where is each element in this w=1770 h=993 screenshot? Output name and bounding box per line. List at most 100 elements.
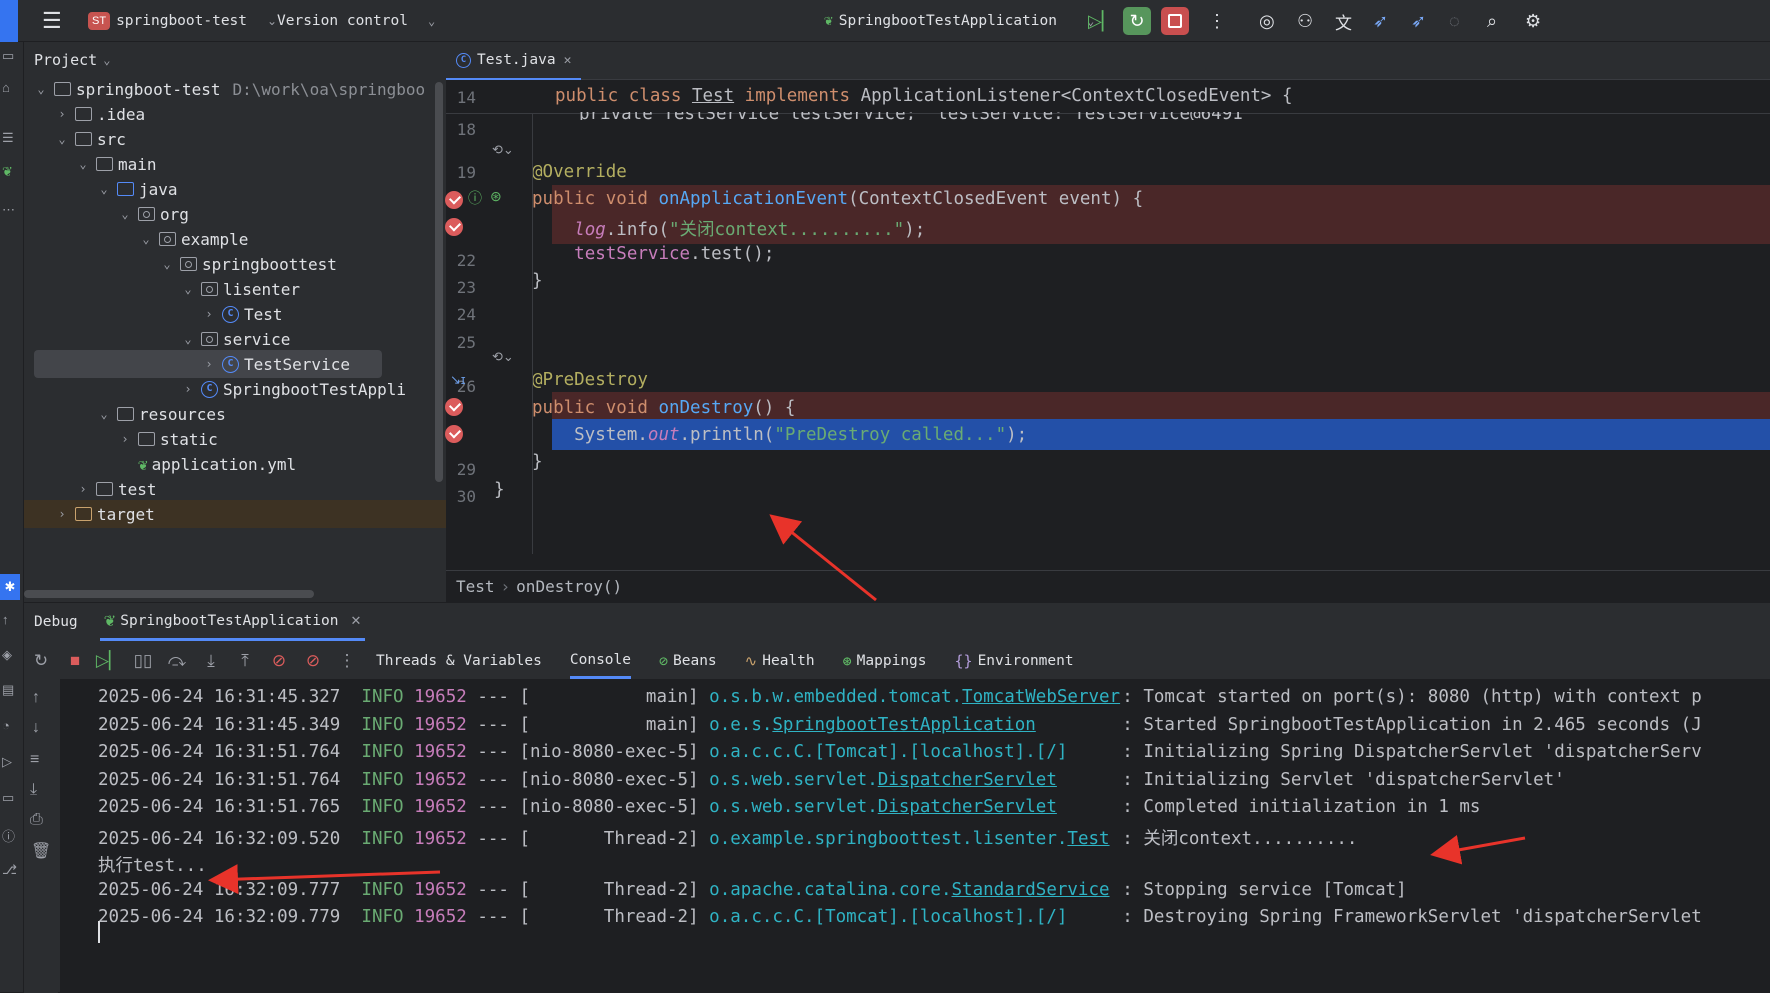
tab-environment[interactable]: {} Environment [955, 652, 1074, 670]
tab-beans[interactable]: ⊘ Beans [659, 652, 717, 670]
tree-item-resources[interactable]: ⌄ resources [24, 400, 444, 428]
problems-icon[interactable]: ▭ [2, 790, 14, 806]
tree-item-main[interactable]: ⌄ main [24, 150, 444, 178]
log-logger[interactable]: o.apache.catalina.core.StandardService [709, 880, 1109, 900]
method-marker-icon[interactable]: ↘ɪ [450, 372, 466, 388]
log-line[interactable]: 2025-06-24 16:31:51.764 INFO 19652 --- [… [98, 742, 1702, 762]
ai-assistant-icon[interactable]: ◎ [1259, 0, 1275, 42]
close-icon[interactable]: ✕ [350, 613, 361, 629]
debug-tool-icon[interactable]: ✱ [0, 574, 20, 600]
user-add-icon[interactable]: ⚇ [1297, 0, 1313, 42]
more-actions-icon[interactable]: ⋮ [330, 651, 364, 671]
close-icon[interactable]: ✕ [564, 53, 572, 68]
breakpoint-icon[interactable] [445, 425, 463, 443]
tree-item-test-class[interactable]: › C Test [24, 300, 444, 328]
rerun-button[interactable]: ↻ [1123, 7, 1151, 35]
mute-breakpoints-icon[interactable]: ⊘ [296, 651, 330, 671]
spring-listener-icon[interactable]: ⊛ [490, 188, 502, 205]
log-line[interactable]: 2025-06-24 16:32:09.520 INFO 19652 --- [… [98, 825, 1357, 850]
main-menu-icon[interactable]: ☰ [42, 0, 62, 42]
run-icon[interactable]: ▷ [2, 754, 12, 770]
log-line[interactable]: 2025-06-24 16:32:09.779 INFO 19652 --- [… [98, 907, 1702, 927]
breakpoint-icon[interactable] [445, 398, 463, 416]
code-line-29[interactable]: } [532, 452, 543, 472]
spring-tool-icon[interactable]: ❦ [2, 164, 13, 180]
implements-marker-icon[interactable]: ⓘ [468, 188, 482, 208]
commit-icon[interactable]: ⌂ [2, 80, 10, 95]
tree-item-test-folder[interactable]: › test [24, 475, 444, 503]
breadcrumb-method[interactable]: onDestroy() [516, 577, 622, 596]
inlay-hint-icon[interactable]: ⟲⌄ [492, 349, 514, 365]
services-icon[interactable]: ◈ [2, 647, 12, 663]
code-line-23[interactable]: } [532, 271, 543, 291]
log-logger-class-link[interactable]: TomcatWebServer [962, 687, 1120, 707]
tree-item-java[interactable]: ⌄ java [24, 175, 444, 203]
tree-item-application-yml[interactable]: ❦ application.yml [24, 450, 444, 478]
soft-wrap-icon[interactable]: ≡ [30, 751, 39, 769]
console-output[interactable]: 2025-06-24 16:31:45.327 INFO 19652 --- [… [60, 679, 1770, 993]
tree-item-springboot-test[interactable]: ⌄ springboot-test D:\work\oa\springboo [24, 75, 444, 103]
stop-icon[interactable]: ■ [58, 651, 92, 671]
breakpoint-icon[interactable] [445, 218, 463, 236]
step-over-icon[interactable]: ⤼ [160, 651, 194, 671]
info-icon[interactable]: ⓘ [2, 826, 15, 845]
vcs-menu[interactable]: Version control ⌄ [277, 0, 435, 42]
more-tools-icon[interactable]: ⋯ [2, 202, 15, 218]
log-logger[interactable]: o.s.b.w.embedded.tomcat.TomcatWebServer [709, 687, 1120, 707]
scroll-down-icon[interactable]: ↓ [32, 719, 40, 737]
breadcrumb-class[interactable]: Test [456, 577, 495, 596]
tab-health[interactable]: ∿ Health [745, 652, 815, 670]
log-line[interactable]: 执行test... [98, 852, 207, 877]
code-line-28[interactable]: System.out.println("PreDestroy called...… [532, 425, 1027, 445]
log-logger[interactable]: o.a.c.c.C.[Tomcat].[localhost].[/] [709, 742, 1101, 762]
step-into-icon[interactable]: ⤓ [194, 651, 228, 671]
project-panel-header[interactable]: Project ⌄ [34, 42, 110, 78]
inlay-override-icon[interactable]: ⟲⌄ [492, 142, 514, 158]
scroll-up-icon[interactable]: ↑ [32, 689, 40, 707]
run-config-selector[interactable]: ❦ SpringbootTestApplication ⌄ [824, 0, 1094, 42]
tab-console[interactable]: Console [569, 644, 631, 679]
git-icon[interactable]: ⎇ [2, 862, 17, 878]
log-line[interactable]: 2025-06-24 16:31:45.349 INFO 19652 --- [… [98, 715, 1702, 735]
terminal-icon[interactable]: ▤ [2, 682, 14, 698]
tab-test-java[interactable]: C Test.java ✕ [446, 42, 582, 80]
code-line-19[interactable]: @Override [532, 162, 627, 182]
pause-icon[interactable]: ▯▯ [126, 651, 160, 671]
log-line[interactable]: 2025-06-24 16:31:51.765 INFO 19652 --- [… [98, 797, 1480, 817]
step-out-icon[interactable]: ⤒ [228, 651, 262, 671]
breakpoint-icon[interactable] [445, 191, 463, 209]
folder-icon[interactable]: ▭ [2, 48, 14, 64]
rerun-icon[interactable]: ↻ [24, 651, 58, 671]
code-line-21[interactable]: log.info("关闭context.........."); [532, 216, 925, 241]
view-breakpoints-icon[interactable]: ⊘ [262, 651, 296, 671]
resume-program-icon[interactable]: ▷▏ [92, 651, 126, 671]
code-line-27[interactable]: public void onDestroy() { [532, 398, 795, 418]
log-line[interactable]: 2025-06-24 16:32:09.777 INFO 19652 --- [… [98, 880, 1407, 900]
log-logger[interactable]: o.example.springboottest.lisenter.Test [709, 829, 1109, 849]
log-line[interactable]: 2025-06-24 16:31:45.327 INFO 19652 --- [… [98, 687, 1702, 707]
profiler-icon[interactable]: ◔ [2, 718, 10, 733]
log-logger[interactable]: o.s.web.servlet.DispatcherServlet [709, 797, 1101, 817]
up-arrow-icon[interactable]: ↑ [2, 612, 9, 627]
search-icon[interactable]: ⌕ [1487, 0, 1497, 42]
tree-item-src[interactable]: ⌄ src [24, 125, 444, 153]
tab-threads-variables[interactable]: Threads & Variables [376, 653, 542, 669]
translate-icon[interactable]: 文 [1335, 0, 1352, 42]
project-switcher[interactable]: ST springboot-test ⌄ [88, 0, 277, 42]
tree-item-springboottest[interactable]: ⌄ springboottest [24, 250, 444, 278]
sticky-scroll-header[interactable]: 14 public class Test implements Applicat… [446, 80, 1770, 114]
tree-item-lisenter[interactable]: ⌄ lisenter [24, 275, 444, 303]
plugin-rocket-alt-icon[interactable]: ➶ [1411, 0, 1426, 42]
log-logger-class-link[interactable]: StandardService [952, 880, 1110, 900]
tree-item-example[interactable]: ⌄ example [24, 225, 444, 253]
code-line-22[interactable]: testService.test(); [532, 244, 774, 264]
scroll-to-end-icon[interactable]: ⤓ [30, 781, 37, 799]
log-logger[interactable]: o.e.s.SpringbootTestApplication [709, 715, 1101, 735]
resume-icon[interactable]: ▷▏ [1088, 0, 1116, 42]
plugin-rocket-icon[interactable]: ➶ [1373, 0, 1388, 42]
tree-item-testservice[interactable]: › C TestService [34, 350, 382, 378]
code-line-20[interactable]: public void onApplicationEvent(ContextCl… [532, 189, 1143, 209]
tree-item-springboottestapplication[interactable]: › C SpringbootTestAppli [24, 375, 444, 403]
log-line[interactable]: 2025-06-24 16:31:51.764 INFO 19652 --- [… [98, 770, 1565, 790]
tree-item-target[interactable]: › target [24, 500, 446, 528]
